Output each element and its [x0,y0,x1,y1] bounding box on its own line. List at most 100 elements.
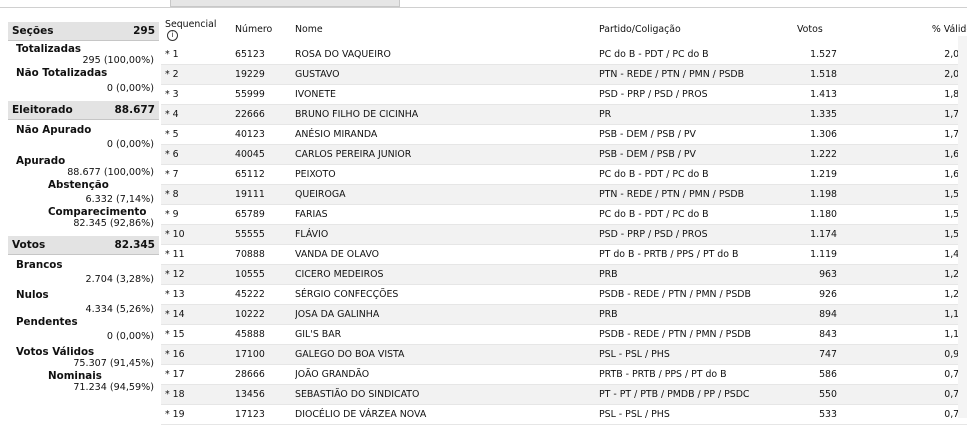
col-header-nome[interactable]: Nome [295,14,599,45]
table-row[interactable]: * 16 17100 GALEGO DO BOA VISTA PSL - PSL / … [161,344,967,365]
cell-pct-validos: 1,59 % [867,184,967,205]
cell-pct-validos: 1,73 % [867,124,967,145]
cell-pct-validos: 1,62 % [867,144,967,165]
cell-nome: SEBASTIÃO DO SINDICATO [295,384,599,405]
cell-numero: 55555 [235,224,295,245]
table-row[interactable]: * 15 45888 GIL'S BAR PSDB - REDE / PTN / PM… [161,324,967,345]
cell-partido: PSD - PRP / PSD / PROS [599,84,757,105]
pendentes-value: 0 (0,00%) [106,331,154,342]
table-row[interactable]: * 1 65123 ROSA DO VAQUEIRO PC do B - PDT / … [161,45,967,65]
cell-votos: 550 [757,384,867,405]
cell-nome: JOSA DA GALINHA [295,304,599,325]
cell-partido: PSL - PSL / PHS [599,344,757,365]
cell-nome: VANDA DE OLAVO [295,244,599,265]
cell-votos: 1.198 [757,184,867,205]
cell-pct-validos: 1,77 % [867,104,967,125]
table-row[interactable]: * 5 40123 ANÉSIO MIRANDA PSB - DEM / PSB / … [161,124,967,145]
table-row[interactable]: * 9 65789 FARIAS PC do B - PDT / PC do B 1.1… [161,204,967,225]
cell-votos: 747 [757,344,867,365]
cell-nome: DIOCÉLIO DE VÁRZEA NOVA [295,404,599,425]
votos-validos-value: 75.307 (91,45%) [73,358,154,369]
table-row[interactable]: * 3 55999 IVONETE PSD - PRP / PSD / PROS 1.4… [161,84,967,105]
table-row[interactable]: * 1410222JOSA DA GALINHAPRB8941,19 % [161,304,967,325]
table-row[interactable]: * 11 70888 VANDA DE OLAVO PT do B - PRTB / … [161,244,967,265]
cell-partido: PTN - REDE / PTN / PMN / PSDB [599,64,757,85]
col-header-sequencial[interactable]: Sequencial i [161,14,235,45]
cell-sequencial: * 9 [161,204,235,225]
cell-pct-validos: 1,88 % [867,84,967,105]
table-header-row: Sequencial i Número Nome Partido/Coligaç… [161,14,967,45]
results-table-area: Sequencial i Número Nome Partido/Coligaç… [161,14,967,425]
cell-numero: 65789 [235,204,295,225]
cell-sequencial: * 12 [161,264,235,285]
vertical-scrollbar[interactable] [958,36,967,418]
table-row[interactable]: * 18 13456 SEBASTIÃO DO SINDICATO PT - PT /… [161,384,967,405]
top-tab-strip [0,0,967,8]
table-row[interactable]: * 1210555CICERO MEDEIROSPRB9631,28 % [161,264,967,285]
cell-pct-validos: 1,12 % [867,324,967,345]
cell-partido: PSDB - REDE / PTN / PMN / PSDB [599,324,757,345]
cell-votos: 533 [757,404,867,425]
table-row[interactable]: * 8 19111 QUEIROGA PTN - REDE / PTN / PMN /… [161,184,967,205]
cell-pct-validos: 1,19 % [867,304,967,325]
cell-sequencial: * 14 [161,304,235,325]
cell-partido: PR [599,104,757,125]
cell-numero: 22666 [235,104,295,125]
totalizadas-label: Totalizadas [16,43,82,55]
cell-votos: 1.180 [757,204,867,225]
cell-numero: 65112 [235,164,295,185]
cell-votos: 1.219 [757,164,867,185]
col-header-numero[interactable]: Número [235,14,295,45]
cell-numero: 10555 [235,264,295,285]
cell-partido: PC do B - PDT / PC do B [599,204,757,225]
col-header-votos[interactable]: Votos [757,14,867,45]
table-row[interactable]: * 6 40045 CARLOS PEREIRA JUNIOR PSB - DEM /… [161,144,967,165]
comparecimento-value: 82.345 (92,86%) [73,218,154,229]
cell-sequencial: * 13 [161,284,235,305]
brancos-value: 2.704 (3,28%) [85,274,154,285]
table-row[interactable]: * 17 28666 JOÃO GRANDÃO PRTB - PRTB / PPS /… [161,364,967,385]
cell-sequencial: * 7 [161,164,235,185]
cell-votos: 1.174 [757,224,867,245]
col-header-partido[interactable]: Partido/Coligação [599,14,757,45]
info-icon[interactable]: i [167,29,178,41]
cell-numero: 70888 [235,244,295,265]
abstencao-value: 6.332 (7,14%) [85,194,154,205]
cell-nome: ROSA DO VAQUEIRO [295,45,599,65]
cell-numero: 45222 [235,284,295,305]
cell-pct-validos: 1,57 % [867,204,967,225]
cell-nome: QUEIROGA [295,184,599,205]
cell-votos: 926 [757,284,867,305]
cell-numero: 45888 [235,324,295,345]
table-row[interactable]: * 4 22666 BRUNO FILHO DE CICINHA PR 1.335 1,7… [161,104,967,125]
table-row[interactable]: * 2 19229 GUSTAVO PTN - REDE / PTN / PMN / … [161,64,967,85]
top-tab[interactable] [170,0,400,7]
cell-numero: 19229 [235,64,295,85]
cell-partido: PC do B - PDT / PC do B [599,45,757,65]
cell-numero: 40045 [235,144,295,165]
cell-pct-validos: 0,99 % [867,344,967,365]
cell-votos: 1.413 [757,84,867,105]
cell-votos: 963 [757,264,867,285]
table-row[interactable]: * 7 65112 PEIXOTO PC do B - PDT / PC do B 1.… [161,164,967,185]
cell-votos: 1.527 [757,45,867,65]
cell-partido: PT - PT / PTB / PMDB / PP / PSDC [599,384,757,405]
comparecimento-label: Comparecimento [48,206,147,218]
cell-sequencial: * 11 [161,244,235,265]
cell-partido: PSDB - REDE / PTN / PMN / PSDB [599,284,757,305]
nao-totalizadas-label: Não Totalizadas [16,67,108,79]
cell-numero: 28666 [235,364,295,385]
table-row[interactable]: * 10 55555 FLÁVIO PSD - PRP / PSD / PROS 1.1… [161,224,967,245]
table-row[interactable]: * 13 45222 SÉRGIO CONFECÇÕES PSDB - REDE / … [161,284,967,305]
cell-pct-validos: 0,78 % [867,364,967,385]
cell-pct-validos: 2,03 % [867,45,967,65]
cell-pct-validos: 1,56 % [867,224,967,245]
cell-pct-validos: 1,62 % [867,164,967,185]
table-row[interactable]: * 19 17123 DIOCÉLIO DE VÁRZEA NOVA PSL - PS… [161,404,967,425]
brancos-label: Brancos [16,259,63,271]
summary-sidebar: Seções 295 Totalizadas 295 (100,00%) Não… [8,22,159,418]
nominais-label: Nominais [48,370,102,382]
col-header-pct-validos[interactable]: % Válidos [867,14,967,45]
nulos-value: 4.334 (5,26%) [85,304,154,315]
cell-nome: CARLOS PEREIRA JUNIOR [295,144,599,165]
